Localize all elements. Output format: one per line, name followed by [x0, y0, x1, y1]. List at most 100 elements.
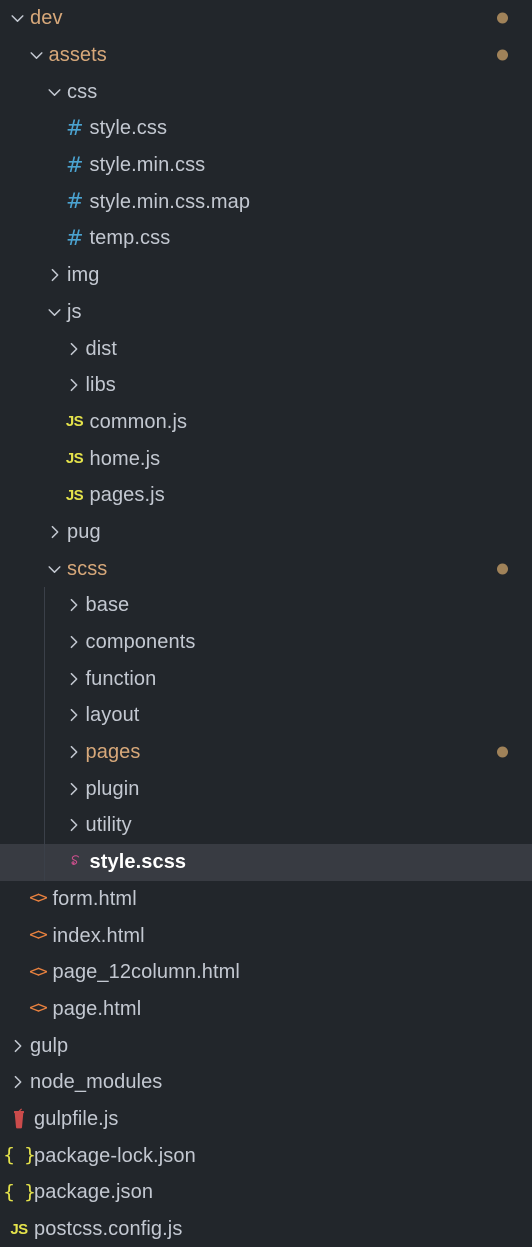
- tree-file-row[interactable]: JS postcss.config.js: [0, 1211, 532, 1247]
- tree-file-row[interactable]: # style.min.css.map: [0, 183, 532, 220]
- tree-file-row[interactable]: <> page_12column.html: [0, 954, 532, 991]
- tree-folder-row[interactable]: function: [0, 660, 532, 698]
- modified-status-dot: [497, 49, 508, 61]
- chevron-down-icon[interactable]: [25, 37, 47, 74]
- tree-file-row[interactable]: JS home.js: [0, 440, 532, 477]
- tree-folder-row[interactable]: scss: [0, 550, 532, 587]
- indent-spacer: [0, 917, 25, 954]
- tree-folder-row[interactable]: utility: [0, 807, 532, 844]
- chevron-down-icon[interactable]: [43, 294, 65, 331]
- tree-item-label: css: [67, 80, 98, 103]
- tree-folder-row[interactable]: base: [0, 587, 532, 624]
- tree-folder-row[interactable]: js: [0, 294, 532, 331]
- modified-status-dot: [497, 746, 508, 758]
- tree-item-label: style.min.css.map: [89, 190, 251, 213]
- chevron-right-icon[interactable]: [6, 1027, 28, 1064]
- tree-folder-row[interactable]: dist: [0, 330, 532, 367]
- css-hash-glyph: #: [65, 115, 84, 140]
- indent-guide: [44, 587, 45, 624]
- indent-spacer: [0, 440, 62, 477]
- tree-folder-row[interactable]: pages: [0, 733, 532, 771]
- tree-item-label: postcss.config.js: [34, 1218, 183, 1241]
- indent-guide: [44, 843, 45, 881]
- tree-file-row[interactable]: <> page.html: [0, 991, 532, 1028]
- tree-folder-row[interactable]: layout: [0, 697, 532, 734]
- chevron-right-icon[interactable]: [62, 330, 84, 367]
- tree-folder-row[interactable]: gulp: [0, 1027, 532, 1064]
- json-file-icon: { }: [3, 1174, 35, 1211]
- tree-item-label: plugin: [85, 777, 140, 800]
- chevron-right-icon[interactable]: [62, 367, 84, 404]
- indent-spacer: [0, 587, 62, 624]
- chevron-right-icon[interactable]: [62, 807, 84, 844]
- tree-folder-row[interactable]: node_modules: [0, 1064, 532, 1101]
- js-file-icon: JS: [62, 440, 88, 477]
- indent-spacer: [0, 220, 62, 257]
- tree-item-label: pages: [85, 741, 141, 764]
- chevron-right-icon[interactable]: [62, 624, 84, 661]
- chevron-down-icon[interactable]: [43, 73, 65, 110]
- tree-file-row[interactable]: { } package-lock.json: [0, 1137, 532, 1174]
- tree-file-row[interactable]: JS pages.js: [0, 477, 532, 514]
- js-glyph: JS: [10, 1220, 28, 1238]
- tree-item-label: home.js: [89, 447, 161, 470]
- tree-folder-row[interactable]: img: [0, 257, 532, 294]
- tree-file-row[interactable]: gulpfile.js: [0, 1101, 532, 1138]
- tree-folder-row[interactable]: pug: [0, 514, 532, 551]
- indent-spacer: [0, 881, 25, 918]
- tree-file-row[interactable]: # style.min.css: [0, 147, 532, 184]
- chevron-right-icon[interactable]: [43, 514, 65, 551]
- css-file-icon: #: [62, 183, 88, 220]
- tree-file-row[interactable]: # temp.css: [0, 220, 532, 257]
- json-braces-glyph: { }: [3, 1180, 35, 1203]
- css-hash-glyph: #: [65, 189, 84, 214]
- tree-file-row[interactable]: <> form.html: [0, 881, 532, 918]
- indent-spacer: [0, 991, 25, 1028]
- indent-spacer: [0, 330, 62, 367]
- chevron-right-icon[interactable]: [62, 697, 84, 734]
- tree-item-label: temp.css: [89, 227, 171, 250]
- tree-item-label: layout: [85, 704, 140, 727]
- indent-spacer: [0, 404, 62, 441]
- indent-spacer: [0, 257, 43, 294]
- chevron-right-icon[interactable]: [62, 587, 84, 624]
- tree-file-row[interactable]: # style.css: [0, 110, 532, 147]
- tree-item-label: form.html: [52, 887, 137, 910]
- tree-item-label: assets: [48, 44, 107, 67]
- tree-item-label: package-lock.json: [34, 1144, 196, 1167]
- tree-item-label: components: [85, 631, 196, 654]
- indent-spacer: [0, 110, 62, 147]
- indent-spacer: [0, 550, 43, 587]
- js-glyph: JS: [65, 486, 84, 504]
- indent-guide: [44, 660, 45, 698]
- tree-file-row[interactable]: { } package.json: [0, 1174, 532, 1211]
- indent-spacer: [0, 294, 43, 331]
- gulp-file-icon: [6, 1101, 32, 1138]
- indent-guide: [44, 770, 45, 808]
- tree-file-row[interactable]: JS common.js: [0, 404, 532, 441]
- chevron-right-icon[interactable]: [6, 1064, 28, 1101]
- tree-item-label: gulp: [30, 1034, 69, 1057]
- indent-spacer: [0, 624, 62, 661]
- tree-file-row[interactable]: style.scss: [0, 843, 532, 881]
- tree-item-label: package.json: [34, 1181, 154, 1204]
- file-explorer-tree[interactable]: dev assets css # style.css # style.min.css # sty…: [0, 0, 532, 1246]
- tree-file-row[interactable]: <> index.html: [0, 917, 532, 954]
- chevron-right-icon[interactable]: [62, 660, 84, 697]
- tree-folder-row[interactable]: components: [0, 623, 532, 661]
- tree-folder-row[interactable]: assets: [0, 37, 532, 74]
- tree-folder-row[interactable]: libs: [0, 367, 532, 404]
- css-hash-glyph: #: [65, 152, 84, 177]
- tree-folder-row[interactable]: plugin: [0, 770, 532, 808]
- chevron-right-icon[interactable]: [62, 770, 84, 807]
- chevron-down-icon[interactable]: [43, 550, 65, 587]
- tree-folder-row[interactable]: dev: [0, 0, 532, 37]
- indent-spacer: [0, 37, 25, 74]
- tree-folder-row[interactable]: css: [0, 73, 532, 110]
- chevron-right-icon[interactable]: [62, 734, 84, 771]
- indent-guide: [44, 623, 45, 661]
- chevron-down-icon[interactable]: [6, 0, 28, 37]
- indent-spacer: [0, 183, 62, 220]
- tree-item-label: page.html: [52, 997, 142, 1020]
- chevron-right-icon[interactable]: [43, 257, 65, 294]
